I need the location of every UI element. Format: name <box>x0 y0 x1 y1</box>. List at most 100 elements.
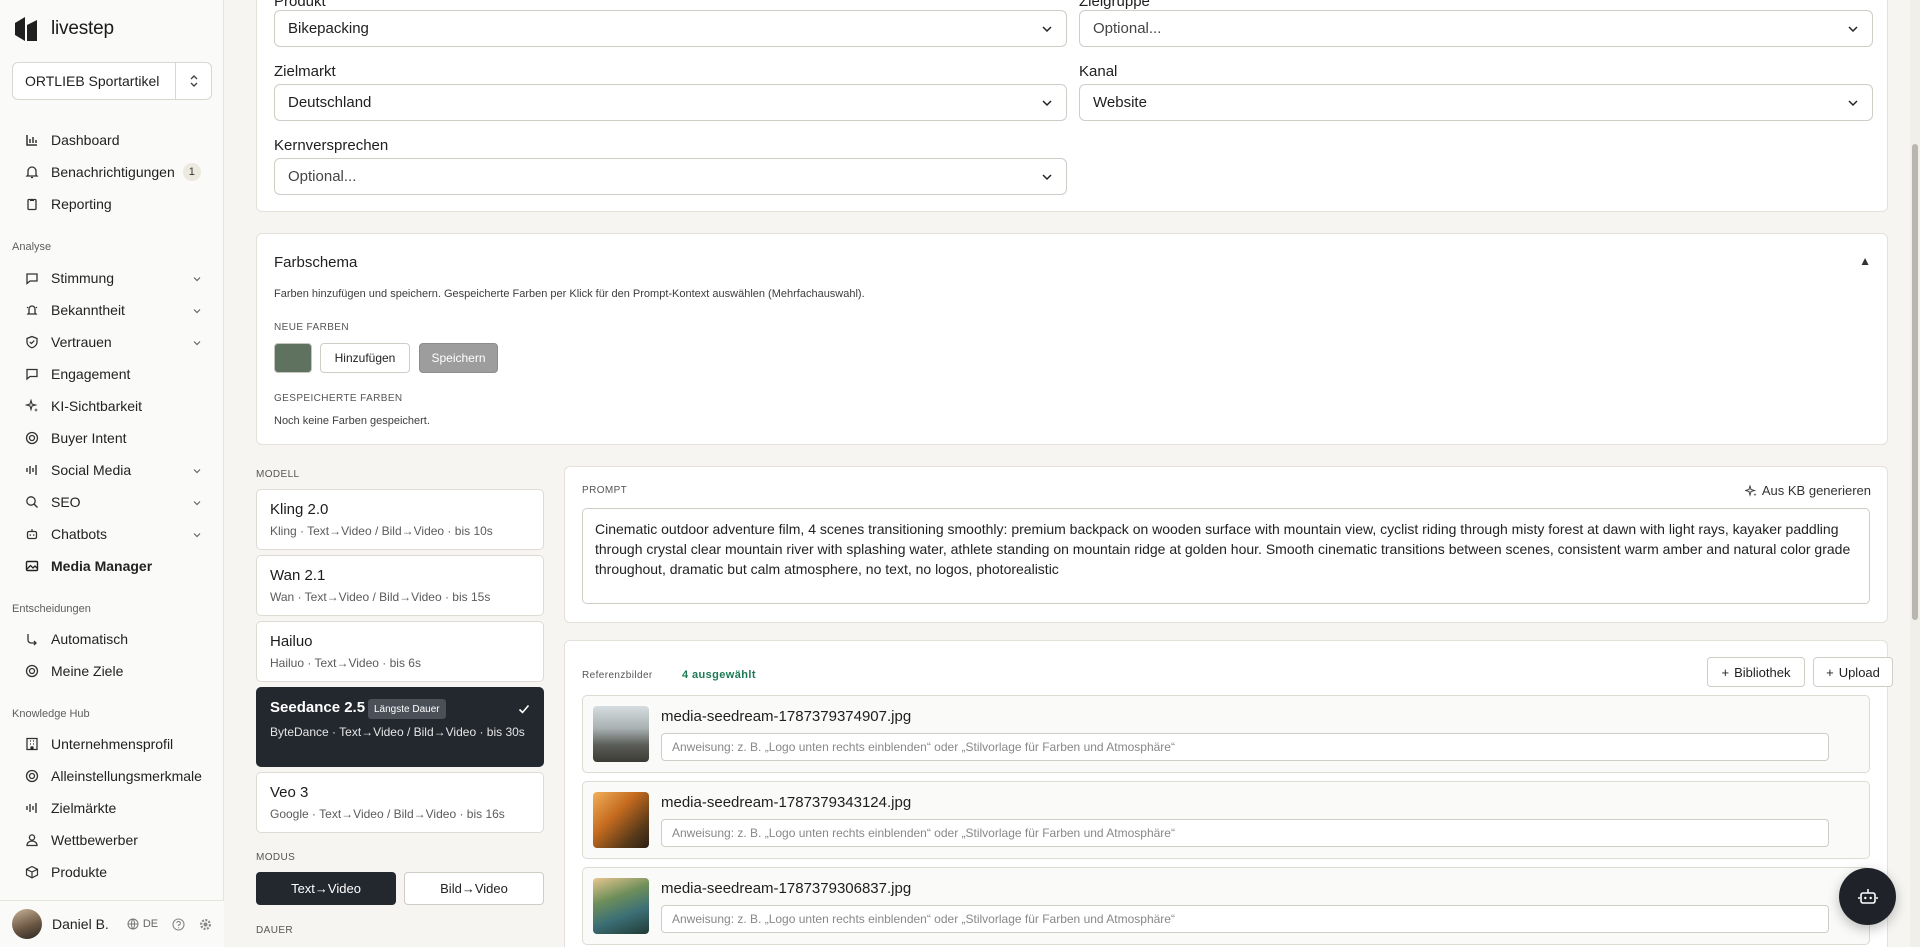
sidebar-item-wettbewerber[interactable]: Wettbewerber <box>12 827 212 853</box>
shield-check-icon <box>24 334 40 350</box>
model-description: Google · Text→Video / Bild→Video · bis 1… <box>270 807 505 821</box>
sidebar-item-buyer-intent[interactable]: Buyer Intent <box>12 425 212 451</box>
kernversprechen-label: Kernversprechen <box>274 137 389 154</box>
dauer-label: Dauer <box>256 925 294 936</box>
chevron-down-icon <box>192 303 202 319</box>
upload-button[interactable]: + Upload <box>1813 657 1893 687</box>
model-name: Seedance 2.5 <box>270 699 366 716</box>
library-button-label: Bibliothek <box>1734 664 1791 680</box>
sidebar-item-label: Stimmung <box>51 270 115 286</box>
prompt-label: Prompt <box>582 485 628 496</box>
sidebar-item-meine-ziele[interactable]: Meine Ziele <box>12 658 212 684</box>
collapse-toggle[interactable]: ▲ <box>1859 254 1871 268</box>
brand-name: livestep <box>51 18 114 39</box>
model-option-hailuo[interactable]: Hailuo Hailuo · Text→Video · bis 6s <box>256 621 544 682</box>
product-context-card: Produkt Bikepacking Zielgruppe Optional.… <box>256 0 1888 212</box>
zielgruppe-select[interactable]: Optional... <box>1079 10 1873 47</box>
help-icon[interactable] <box>172 917 185 931</box>
language-switcher[interactable]: DE <box>127 918 158 930</box>
kanal-select[interactable]: Website <box>1079 84 1873 121</box>
kernversprechen-select[interactable]: Optional... <box>274 158 1067 195</box>
add-color-button[interactable]: Hinzufügen <box>320 343 410 373</box>
sidebar-item-chatbots[interactable]: Chatbots <box>12 521 212 547</box>
generate-from-kb-button[interactable]: Aus KB generieren <box>1744 483 1871 498</box>
workflow-icon <box>24 631 40 647</box>
sidebar-item-social-media[interactable]: Social Media <box>12 457 212 483</box>
plus-icon: + <box>1826 664 1834 680</box>
target-icon <box>24 768 40 784</box>
section-label-analyse: Analyse <box>12 241 52 253</box>
sidebar-item-vertrauen[interactable]: Vertrauen <box>12 329 212 355</box>
scrollbar-thumb[interactable] <box>1912 144 1918 620</box>
chevron-down-icon <box>192 495 202 511</box>
produkt-select[interactable]: Bikepacking <box>274 10 1067 47</box>
reference-filename: media-seedream-1787379306837.jpg <box>661 880 912 897</box>
generate-from-kb-label: Aus KB generieren <box>1761 483 1871 498</box>
mode-text-to-video-button[interactable]: Text→Video <box>256 872 396 905</box>
organization-select[interactable]: ORTLIEB Sportartikel <box>12 62 212 100</box>
sidebar-item-label: Zielmärkte <box>51 800 117 816</box>
sidebar-item-automatisch[interactable]: Automatisch <box>12 626 212 652</box>
sidebar-item-bekanntheit[interactable]: Bekanntheit <box>12 297 212 323</box>
save-colors-button[interactable]: Speichern <box>419 343 498 373</box>
modus-label: Modus <box>256 852 296 863</box>
reference-image-item[interactable]: media-seedream-1787379306837.jpg Anweisu… <box>582 867 1870 945</box>
model-description: Hailuo · Text→Video · bis 6s <box>270 656 421 670</box>
reference-image-item[interactable]: media-seedream-1787379374907.jpg Anweisu… <box>582 695 1870 773</box>
reference-instruction-input[interactable]: Anweisung: z. B. „Logo unten rechts einb… <box>661 733 1829 761</box>
zielmarkt-select[interactable]: Deutschland <box>274 84 1067 121</box>
page-scrollbar[interactable] <box>1910 0 1920 947</box>
notification-count-badge: 1 <box>182 163 201 181</box>
sidebar-item-alleinstellungsmerkmale[interactable]: Alleinstellungsmerkmale <box>12 763 212 789</box>
mode-image-to-video-button[interactable]: Bild→Video <box>404 872 544 905</box>
model-name: Kling 2.0 <box>270 501 329 518</box>
chevron-down-icon <box>1848 100 1858 107</box>
chevrons-up-down-icon[interactable] <box>175 63 211 99</box>
user-menu[interactable]: Daniel B. DE <box>0 900 224 947</box>
target-icon <box>24 663 40 679</box>
sidebar-item-stimmung[interactable]: Stimmung <box>12 265 212 291</box>
avatar[interactable] <box>12 909 42 939</box>
sidebar-item-media-manager[interactable]: Media Manager <box>12 553 212 579</box>
reference-thumbnail <box>593 878 649 934</box>
audio-lines-icon <box>24 462 40 478</box>
user-icon <box>24 832 40 848</box>
sidebar-item-unternehmensprofil[interactable]: Unternehmensprofil <box>12 731 212 757</box>
audio-lines-icon <box>24 800 40 816</box>
brand-logo[interactable]: livestep <box>12 14 114 44</box>
sidebar-item-ki-sichtbarkeit[interactable]: KI-Sichtbarkeit <box>12 393 212 419</box>
sidebar-item-label: KI-Sichtbarkeit <box>51 398 143 414</box>
reference-instruction-input[interactable]: Anweisung: z. B. „Logo unten rechts einb… <box>661 905 1829 933</box>
bot-icon <box>24 526 40 542</box>
sidebar-item-label: Wettbewerber <box>51 832 138 848</box>
sidebar-item-reporting[interactable]: Reporting <box>12 191 212 217</box>
model-option-wan[interactable]: Wan 2.1 Wan · Text→Video / Bild→Video · … <box>256 555 544 616</box>
sidebar-item-seo[interactable]: SEO <box>12 489 212 515</box>
reference-filename: media-seedream-1787379374907.jpg <box>661 708 912 725</box>
chevron-down-icon <box>1042 26 1052 33</box>
message-square-icon <box>24 366 40 382</box>
library-button[interactable]: + Bibliothek <box>1707 657 1805 687</box>
chat-assistant-button[interactable] <box>1839 868 1896 925</box>
prompt-textarea[interactable]: Cinematic outdoor adventure film, 4 scen… <box>582 508 1870 604</box>
reference-image-item[interactable]: media-seedream-1787379343124.jpg Anweisu… <box>582 781 1870 859</box>
reference-thumbnail <box>593 706 649 762</box>
sparkles-icon <box>24 398 40 414</box>
sidebar-item-produkte[interactable]: Produkte <box>12 859 212 885</box>
plus-icon: + <box>1721 664 1730 680</box>
model-option-veo[interactable]: Veo 3 Google · Text→Video / Bild→Video ·… <box>256 772 544 833</box>
sidebar-item-zielmaerkte[interactable]: Zielmärkte <box>12 795 212 821</box>
sidebar-item-dashboard[interactable]: Dashboard <box>12 127 212 153</box>
reference-instruction-input[interactable]: Anweisung: z. B. „Logo unten rechts einb… <box>661 819 1829 847</box>
model-option-kling[interactable]: Kling 2.0 Kling · Text→Video / Bild→Vide… <box>256 489 544 550</box>
gear-icon[interactable] <box>199 918 212 931</box>
model-description: ByteDance · Text→Video / Bild→Video · bi… <box>270 725 525 739</box>
sidebar-item-benachrichtigungen[interactable]: Benachrichtigungen 1 <box>12 159 212 185</box>
check-icon <box>518 704 530 714</box>
color-picker-swatch[interactable] <box>274 343 312 373</box>
model-option-seedance[interactable]: Seedance 2.5 Längste Dauer ByteDance · T… <box>256 687 544 767</box>
zielmarkt-value: Deutschland <box>288 94 372 111</box>
model-name: Wan 2.1 <box>270 567 326 584</box>
sidebar-item-label: Benachrichtigungen <box>51 164 175 180</box>
sidebar-item-engagement[interactable]: Engagement <box>12 361 212 387</box>
